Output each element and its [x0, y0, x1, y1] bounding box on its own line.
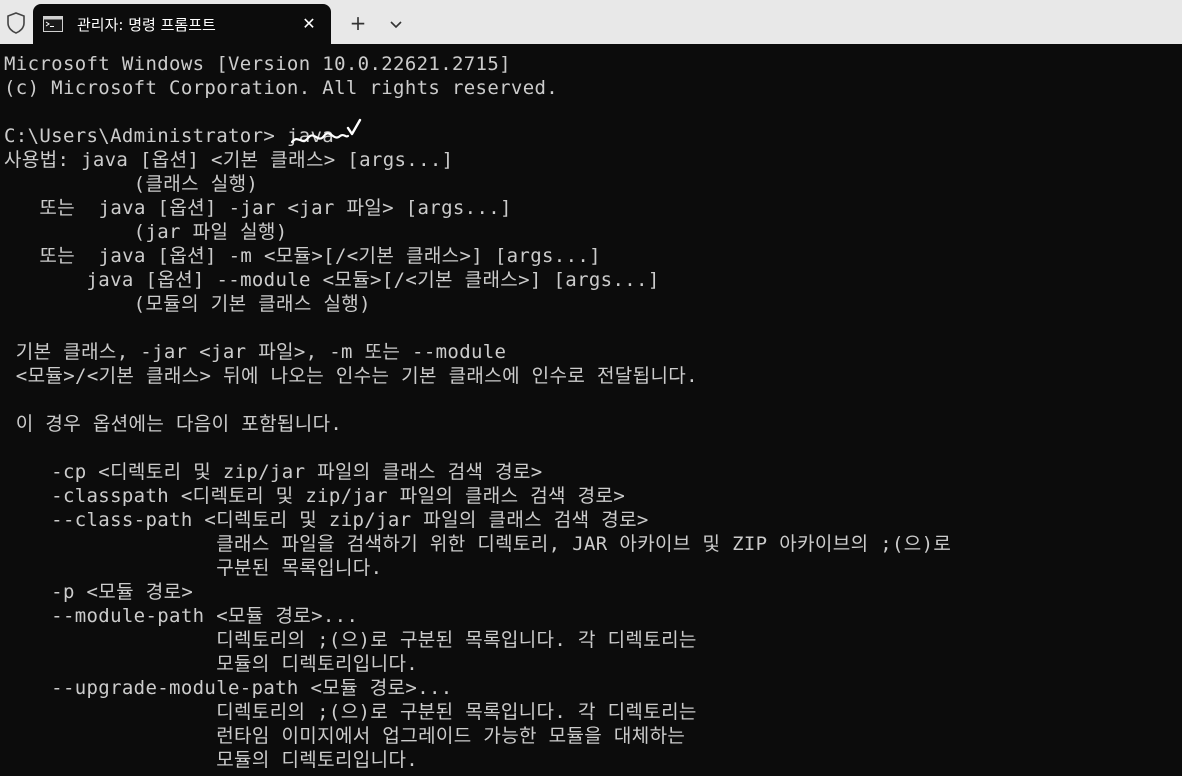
terminal-line: 또는 java [옵션] -m <모듈>[/<기본 클래스>] [args...…: [4, 245, 601, 267]
terminal-line: C:\Users\Administrator> java: [4, 125, 335, 147]
terminal-line: 기본 클래스, -jar <jar 파일>, -m 또는 --module: [4, 341, 507, 363]
terminal-line: 사용법: java [옵션] <기본 클래스> [args...]: [4, 149, 454, 171]
tab-bar: 관리자: 명령 프롬프트 ✕ +: [0, 0, 1182, 44]
terminal-line: java [옵션] --module <모듈>[/<기본 클래스>] [args…: [4, 269, 660, 291]
terminal-output[interactable]: Microsoft Windows [Version 10.0.22621.27…: [0, 44, 1182, 776]
terminal-line: -p <모듈 경로>: [4, 581, 194, 603]
terminal-window: 관리자: 명령 프롬프트 ✕ + Microsoft Windows [Vers…: [0, 0, 1182, 776]
close-icon[interactable]: ✕: [297, 12, 321, 36]
console-icon: [43, 16, 63, 32]
terminal-line: Microsoft Windows [Version 10.0.22621.27…: [4, 53, 511, 75]
terminal-line: 클래스 파일을 검색하기 위한 디렉토리, JAR 아카이브 및 ZIP 아카이…: [4, 533, 952, 555]
terminal-line: 런타임 이미지에서 업그레이드 가능한 모듈을 대체하는: [4, 725, 686, 747]
terminal-line: 모듈의 디렉토리입니다.: [4, 749, 419, 771]
terminal-line: (클래스 실행): [4, 173, 259, 195]
plus-icon[interactable]: +: [346, 12, 370, 36]
terminal-line: -cp <디렉토리 및 zip/jar 파일의 클래스 검색 경로>: [4, 461, 543, 483]
terminal-line: -classpath <디렉토리 및 zip/jar 파일의 클래스 검색 경로…: [4, 485, 626, 507]
chevron-down-icon[interactable]: [384, 12, 408, 36]
shield-icon: [7, 12, 25, 34]
terminal-line: (c) Microsoft Corporation. All rights re…: [4, 77, 559, 99]
terminal-line: --module-path <모듈 경로>...: [4, 605, 359, 627]
terminal-line: 구분된 목록입니다.: [4, 557, 383, 579]
terminal-line: (모듈의 기본 클래스 실행): [4, 293, 371, 315]
terminal-line: 디렉토리의 ;(으)로 구분된 목록입니다. 각 디렉토리는: [4, 629, 697, 651]
terminal-line: (jar 파일 실행): [4, 221, 288, 243]
tab-title: 관리자: 명령 프롬프트: [77, 16, 216, 34]
terminal-line: <모듈>/<기본 클래스> 뒤에 나오는 인수는 기본 클래스에 인수로 전달됩…: [4, 365, 698, 387]
terminal-line: 디렉토리의 ;(으)로 구분된 목록입니다. 각 디렉토리는: [4, 701, 697, 723]
terminal-line: 이 경우 옵션에는 다음이 포함됩니다.: [4, 413, 343, 435]
tab-command-prompt[interactable]: 관리자: 명령 프롬프트 ✕: [33, 4, 331, 44]
terminal-line: 모듈의 디렉토리입니다.: [4, 653, 419, 675]
terminal-line: --upgrade-module-path <모듈 경로>...: [4, 677, 453, 699]
terminal-line: 또는 java [옵션] -jar <jar 파일> [args...]: [4, 197, 512, 219]
terminal-line: --class-path <디렉토리 및 zip/jar 파일의 클래스 검색 …: [4, 509, 649, 531]
